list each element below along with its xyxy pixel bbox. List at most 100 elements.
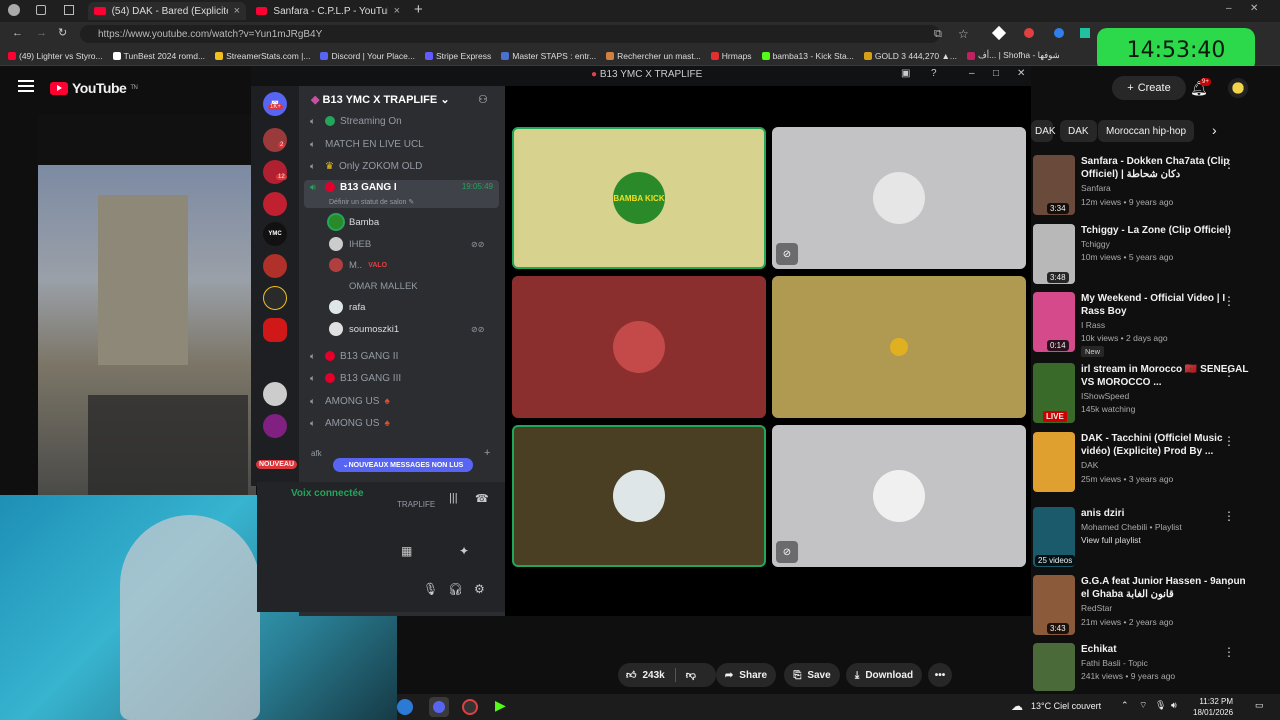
discord-app-icon[interactable] (429, 697, 449, 717)
server-icon-ymc[interactable]: YMC (263, 222, 287, 246)
account-avatar[interactable] (1228, 78, 1248, 98)
maximize-icon[interactable]: □ (993, 68, 999, 79)
youtube-logo[interactable]: YouTube TN (50, 80, 138, 96)
bookmark-item[interactable]: (49) Lighter vs Styro... (8, 51, 103, 61)
save-button[interactable]: ⎘ Save (784, 663, 840, 687)
participant-tile[interactable]: ⊘ (772, 425, 1026, 567)
bookmark-item[interactable]: Master STAPS : entr... (501, 51, 596, 61)
server-icon[interactable] (263, 160, 287, 184)
forward-icon[interactable]: → (36, 27, 47, 39)
participant-tile[interactable] (512, 276, 766, 418)
tray-expand-icon[interactable]: ⌃ (1121, 700, 1129, 711)
address-bar[interactable]: https://www.youtube.com/watch?v=Yun1mJRg… (80, 25, 940, 43)
back-icon[interactable]: ← (12, 27, 23, 39)
more-options-icon[interactable]: ⋮ (1223, 365, 1235, 379)
server-icon[interactable] (263, 254, 287, 278)
tab-search-icon[interactable] (64, 5, 74, 15)
server-icon[interactable] (263, 414, 287, 438)
recommended-video[interactable]: DAK - Tacchini (Officiel Music vidéo) (E… (1033, 432, 1263, 500)
bookmark-item[interactable]: TunBest 2024 romd... (112, 51, 205, 61)
voice-channel-match-live[interactable]: 🔈︎ MATCH EN LIVE UCL (310, 135, 424, 153)
more-options-icon[interactable]: ⋮ (1223, 226, 1235, 240)
voice-member[interactable]: Bamba (329, 213, 379, 231)
server-icon[interactable] (263, 192, 287, 216)
more-options-icon[interactable]: ⋮ (1223, 294, 1235, 308)
obs-app-icon[interactable] (462, 699, 478, 715)
menu-icon[interactable] (18, 80, 34, 94)
dislike-icon[interactable]: 👎︎ (686, 669, 696, 681)
invite-user-icon[interactable]: ⚇ (478, 93, 488, 106)
tab-dak-bared[interactable]: (54) DAK - Bared (Explicite) - You × (88, 2, 246, 20)
server-icon[interactable] (263, 382, 287, 406)
voice-channel-only-zokom[interactable]: 🔈︎ ♛ Only ZOKOM OLD (310, 157, 422, 175)
like-count[interactable]: 243k (642, 670, 664, 681)
bookmark-item[interactable]: bamba13 - Kick Sta... (761, 51, 854, 61)
bookmark-item[interactable]: أف... | Shofha - شوفها (966, 50, 1060, 61)
server-name-header[interactable]: ◆ B13 YMC X TRAPLIFE ⌄ (311, 93, 450, 106)
voice-member[interactable]: rafa (329, 298, 365, 316)
microphone-icon[interactable]: 🎙︎ (423, 582, 438, 596)
wifi-icon[interactable]: ⌔ (1139, 700, 1147, 711)
voice-member[interactable]: OMAR MALLEK (329, 277, 418, 295)
new-tab-icon[interactable]: + (414, 1, 423, 18)
category-afk[interactable]: afk (311, 449, 322, 458)
participant-tile[interactable]: BAMBA KICK (512, 127, 766, 269)
voice-member[interactable]: M.. VALO (329, 256, 387, 274)
chevron-right-icon[interactable]: › (1212, 122, 1217, 138)
create-button[interactable]: + Create (1112, 76, 1186, 100)
more-actions-button[interactable]: ••• (928, 663, 952, 687)
notification-center-icon[interactable]: ▭ (1255, 700, 1264, 711)
system-clock[interactable]: 11:32 PM 18/01/2026 (1193, 696, 1233, 718)
headphones-icon[interactable]: 🎧︎ (448, 582, 463, 596)
voice-channel-among-us[interactable]: 🔈︎ AMONG US ♠ (310, 392, 390, 410)
close-tab-icon[interactable]: × (234, 5, 240, 17)
voice-member[interactable]: soumoszki1 ⊘⊘ (329, 320, 484, 338)
inbox-icon[interactable]: ▣ (901, 68, 910, 79)
volume-icon[interactable]: 🔊︎ (1171, 700, 1177, 711)
edge-app-icon[interactable] (397, 699, 413, 715)
server-icon[interactable] (263, 350, 287, 374)
voice-member[interactable]: IHEB ⊘⊘ (329, 235, 484, 253)
voice-channel-among-us-2[interactable]: 🔈︎ AMONG US ♠ (310, 414, 390, 432)
download-button[interactable]: ⤓ Download (846, 663, 922, 687)
voice-channel-streaming-on[interactable]: 🔈︎ Streaming On (310, 112, 402, 130)
participant-tile[interactable]: ⊘ (772, 127, 1026, 269)
recommended-video[interactable]: 0:14 My Weekend - Official Video | I Ras… (1033, 292, 1263, 360)
disconnect-icon[interactable]: ☎ (475, 492, 489, 505)
extension-icon[interactable] (1080, 28, 1090, 38)
tab-sanfara[interactable]: Sanfara - C.P.L.P - YouTube × (250, 2, 406, 20)
weather-text[interactable]: 13°C Ciel couvert (1031, 701, 1101, 711)
activities-icon[interactable]: ▦ (401, 544, 412, 558)
recommended-video[interactable]: LIVE irl stream in Morocco 🇲🇦 SENEGAL VS… (1033, 363, 1263, 431)
tab-groups-icon[interactable] (36, 5, 46, 15)
mic-tray-icon[interactable]: 🎙︎ (1155, 700, 1166, 711)
unread-messages-pill[interactable]: ⌄ NOUVEAUX MESSAGES NON LUS (333, 458, 473, 472)
help-icon[interactable]: ? (931, 68, 937, 79)
participant-tile[interactable] (512, 425, 766, 567)
bookmark-item[interactable]: StreamerStats.com |... (215, 51, 310, 61)
share-button[interactable]: ➦ Share (716, 663, 776, 687)
more-options-icon[interactable]: ⋮ (1223, 645, 1235, 659)
server-icon[interactable] (263, 128, 287, 152)
server-icon[interactable] (263, 286, 287, 310)
participant-tile[interactable] (772, 276, 1026, 418)
more-options-icon[interactable]: ⋮ (1223, 577, 1235, 591)
close-icon[interactable]: ✕ (1017, 68, 1025, 79)
video-player[interactable] (38, 165, 256, 495)
extension-icon[interactable] (1054, 28, 1064, 38)
recommended-video[interactable]: 3:48 Tchiggy - La Zone (Clip Officiel) T… (1033, 224, 1263, 292)
weather-icon[interactable]: ☁ (1011, 699, 1023, 713)
more-options-icon[interactable]: ⋮ (1223, 509, 1235, 523)
recommended-video[interactable]: Echikat Fathi Basli - Topic 241k views •… (1033, 643, 1263, 691)
close-window-icon[interactable]: ✕ (1250, 3, 1258, 14)
add-channel-icon[interactable]: + (484, 447, 490, 459)
minimize-icon[interactable]: – (969, 68, 975, 79)
bookmark-item[interactable]: GOLD 3 444,270 ▲... (863, 51, 957, 61)
bookmark-star-icon[interactable]: ☆ (958, 27, 969, 41)
recommended-video[interactable]: 3:43 G.G.A feat Junior Hassen - 9anoun e… (1033, 575, 1263, 643)
bookmark-item[interactable]: Hrmaps (710, 51, 752, 61)
voice-channel-b13-gang-ii[interactable]: 🔈︎ B13 GANG II (310, 347, 398, 365)
reload-icon[interactable]: ↻ (58, 26, 67, 39)
set-status-link[interactable]: Définir un statut de salon ✎ (329, 198, 414, 206)
close-tab-icon[interactable]: × (394, 5, 400, 17)
